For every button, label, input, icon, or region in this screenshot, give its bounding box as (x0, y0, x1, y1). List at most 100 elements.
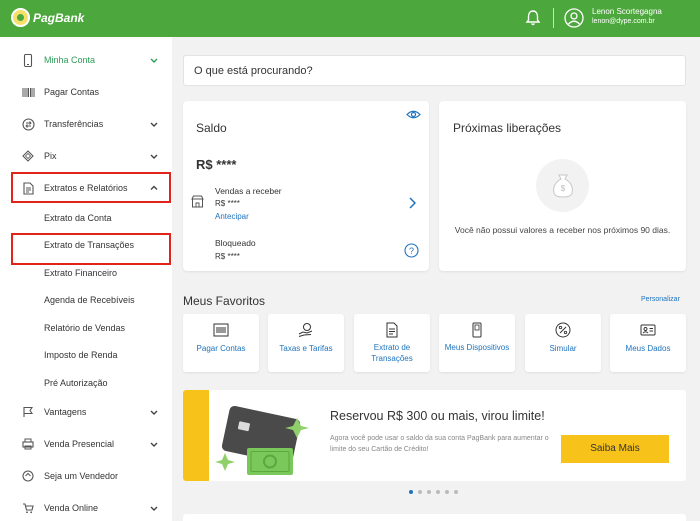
favorite-extrato-transacoes[interactable]: Extrato de Transações (354, 314, 430, 372)
barcode-icon (21, 85, 35, 99)
money-bag-icon: $ (553, 174, 573, 198)
transfer-icon (21, 117, 35, 131)
sidebar-item-label: Transferências (44, 119, 104, 129)
sidebar-item-seja-vendedor[interactable]: Seja um Vendedor (0, 463, 172, 489)
favorite-meus-dispositivos[interactable]: Meus Dispositivos (439, 314, 515, 372)
id-card-icon (640, 324, 656, 336)
favorite-label: Pagar Contas (196, 344, 246, 353)
bell-icon[interactable] (524, 9, 542, 27)
user-email: lenon@dype.com.br (592, 18, 655, 25)
vendas-label: Vendas a receber (215, 186, 282, 196)
store-icon (191, 195, 204, 208)
carousel-dot[interactable] (409, 490, 413, 494)
favorite-simular[interactable]: Simular (525, 314, 601, 372)
submenu-item-imposto-renda[interactable]: Imposto de Renda (44, 350, 118, 360)
banner-title: Reservou R$ 300 ou mais, virou limite! (330, 409, 545, 423)
store-icon (21, 469, 35, 483)
search-input[interactable]: O que está procurando? (183, 55, 686, 86)
favorite-label: Extrato de Transações (371, 343, 413, 363)
carousel-dots (409, 490, 458, 494)
next-card-peek (183, 514, 686, 521)
highlight-box-extrato-transacoes (11, 233, 171, 265)
sidebar-item-venda-online[interactable]: Venda Online (0, 495, 172, 521)
banner-text: Agora você pode usar o saldo da sua cont… (330, 435, 549, 453)
saldo-card: Saldo R$ **** Vendas a receber R$ **** A… (183, 101, 429, 271)
sidebar-item-label: Pix (44, 151, 57, 161)
carousel-dot[interactable] (436, 490, 440, 494)
sidebar-item-vantagens[interactable]: Vantagens (0, 399, 172, 425)
user-avatar-icon[interactable] (564, 8, 584, 28)
pagbank-logo[interactable]: PagBank (11, 8, 84, 27)
chevron-down-icon (150, 410, 158, 415)
device-icon (472, 322, 482, 338)
chevron-down-icon (150, 122, 158, 127)
percent-icon (555, 322, 571, 338)
phone-icon (21, 53, 35, 67)
help-icon[interactable]: ? (404, 243, 419, 258)
personalize-link[interactable]: Personalizar (641, 296, 680, 303)
bloqueado-value: R$ **** (215, 252, 240, 261)
favorite-label: Meus Dispositivos (444, 343, 510, 352)
logo-text: PagBank (33, 10, 85, 25)
printer-icon (21, 437, 35, 451)
flag-icon (21, 405, 35, 419)
chevron-down-icon (150, 506, 158, 511)
sidebar-item-minha-conta[interactable]: Minha Conta (0, 47, 172, 73)
barcode-icon (213, 323, 229, 337)
banner-yellow-strip (183, 390, 209, 481)
sidebar-item-label: Minha Conta (44, 55, 96, 65)
chevron-down-icon (150, 442, 158, 447)
favorite-pagar-contas[interactable]: Pagar Contas (183, 314, 259, 372)
sidebar-item-transferencias[interactable]: Transferências (0, 111, 172, 137)
logo-mark (11, 8, 30, 27)
saldo-title: Saldo (196, 121, 227, 135)
sidebar-item-label: Vantagens (44, 407, 87, 417)
carousel-dot[interactable] (418, 490, 422, 494)
saiba-mais-button[interactable]: Saiba Mais (561, 435, 669, 463)
sidebar-item-label: Venda Presencial (44, 439, 115, 449)
submenu-item-relatorio-vendas[interactable]: Relatório de Vendas (44, 323, 125, 333)
submenu-item-extrato-financeiro[interactable]: Extrato Financeiro (44, 268, 117, 278)
liberacoes-card: Próximas liberações $ Você não possui va… (439, 101, 686, 271)
credit-card-illustration (215, 405, 309, 475)
bloqueado-label: Bloqueado (215, 238, 256, 248)
chevron-up-icon (150, 58, 158, 63)
favorite-label: Simular (549, 344, 577, 353)
chevron-down-icon (150, 154, 158, 159)
sidebar-item-label: Pagar Contas (44, 87, 100, 97)
chevron-right-icon[interactable] (408, 197, 416, 209)
submenu-item-extrato-conta[interactable]: Extrato da Conta (44, 213, 112, 223)
pix-icon (21, 149, 35, 163)
carousel-dot[interactable] (427, 490, 431, 494)
favorite-taxas-tarifas[interactable]: Taxas e Tarifas (268, 314, 344, 372)
user-name[interactable]: Lenon Scortegagna (592, 7, 662, 16)
empty-illustration: $ (536, 159, 589, 212)
antecipar-link[interactable]: Antecipar (215, 212, 249, 221)
sidebar-item-label: Seja um Vendedor (44, 471, 119, 481)
liberacoes-empty-text: Você não possui valores a receber nos pr… (454, 225, 671, 235)
eye-icon[interactable] (406, 109, 421, 120)
top-bar: PagBank Lenon Scortegagna lenon@dype.com… (0, 0, 700, 37)
vendas-value: R$ **** (215, 199, 240, 208)
svg-text:?: ? (409, 246, 414, 256)
favorite-label: Taxas e Tarifas (279, 344, 333, 353)
submenu-item-pre-autorizacao[interactable]: Pré Autorização (44, 378, 108, 388)
carousel-dot[interactable] (445, 490, 449, 494)
sidebar-item-label: Venda Online (44, 503, 99, 513)
saldo-value: R$ **** (196, 157, 237, 172)
favorite-label: Meus Dados (625, 344, 671, 353)
sidebar-item-pix[interactable]: Pix (0, 143, 172, 169)
highlight-box-extratos (11, 172, 171, 203)
hand-coin-icon (298, 323, 313, 337)
sidebar-item-pagar-contas[interactable]: Pagar Contas (0, 79, 172, 105)
document-icon (386, 322, 398, 338)
sidebar-item-venda-presencial[interactable]: Venda Presencial (0, 431, 172, 457)
submenu-item-agenda-recebiveis[interactable]: Agenda de Recebíveis (44, 295, 135, 305)
carousel-dot[interactable] (454, 490, 458, 494)
cart-icon (21, 501, 35, 515)
header-divider (553, 8, 554, 28)
svg-text:$: $ (561, 184, 566, 193)
favorite-meus-dados[interactable]: Meus Dados (610, 314, 686, 372)
promo-banner[interactable]: Reservou R$ 300 ou mais, virou limite! A… (183, 390, 686, 481)
liberacoes-title: Próximas liberações (453, 121, 562, 135)
